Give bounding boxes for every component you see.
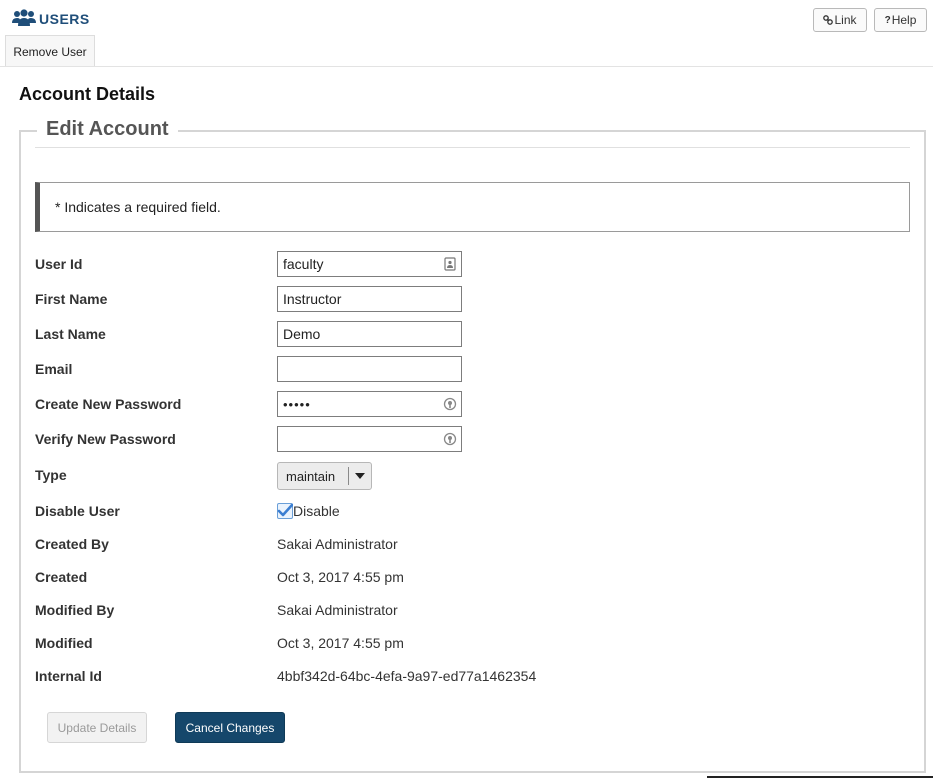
verify-password-input[interactable] <box>277 426 462 452</box>
link-button-label: Link <box>834 13 857 27</box>
user-id-input[interactable] <box>277 251 462 277</box>
link-button[interactable]: Link <box>813 8 867 32</box>
tool-title-text: USERS <box>39 11 90 27</box>
help-icon: ? <box>884 14 891 26</box>
disable-checkbox[interactable] <box>277 503 293 519</box>
disable-user-label: Disable User <box>35 503 120 519</box>
chevron-down-icon <box>349 473 371 479</box>
type-label: Type <box>35 467 67 483</box>
email-input[interactable] <box>277 356 462 382</box>
password-key-icon[interactable] <box>443 432 457 446</box>
user-id-label: User Id <box>35 256 83 272</box>
created-by-value: Sakai Administrator <box>277 536 398 552</box>
modified-by-label: Modified By <box>35 602 115 618</box>
help-button-label: Help <box>891 13 917 27</box>
disable-checkbox-label[interactable]: Disable <box>293 503 340 519</box>
verify-password-label: Verify New Password <box>35 431 176 447</box>
modified-label: Modified <box>35 635 93 651</box>
tab-remove-user[interactable]: Remove User <box>5 35 95 67</box>
help-button[interactable]: ? Help <box>874 8 927 32</box>
page-title: Account Details <box>19 84 156 104</box>
required-field-notice: * Indicates a required field. <box>35 182 910 232</box>
email-label: Email <box>35 361 73 377</box>
new-password-label: Create New Password <box>35 396 182 412</box>
last-name-input[interactable] <box>277 321 462 347</box>
created-by-label: Created By <box>35 536 109 552</box>
created-value: Oct 3, 2017 4:55 pm <box>277 569 404 585</box>
first-name-label: First Name <box>35 291 108 307</box>
update-details-button[interactable]: Update Details <box>47 712 147 743</box>
internal-id-value: 4bbf342d-64bc-4efa-9a97-ed77a1462354 <box>277 668 537 684</box>
new-password-input[interactable] <box>277 391 462 417</box>
modified-by-value: Sakai Administrator <box>277 602 398 618</box>
internal-id-label: Internal Id <box>35 668 102 684</box>
contact-card-icon <box>444 257 456 271</box>
checkmark-icon <box>277 503 293 517</box>
cancel-changes-button[interactable]: Cancel Changes <box>175 712 285 743</box>
type-select[interactable]: maintain <box>277 462 372 490</box>
tool-title: USERS <box>12 8 90 28</box>
nav-divider <box>0 66 933 67</box>
link-icon <box>823 15 834 25</box>
modified-value: Oct 3, 2017 4:55 pm <box>277 635 404 651</box>
users-icon <box>12 9 36 26</box>
fieldset-legend: Edit Account <box>37 118 178 141</box>
type-select-value: maintain <box>286 468 336 484</box>
password-key-icon[interactable] <box>443 397 457 411</box>
last-name-label: Last Name <box>35 326 106 342</box>
legend-divider <box>35 147 910 148</box>
first-name-input[interactable] <box>277 286 462 312</box>
created-label: Created <box>35 569 88 585</box>
